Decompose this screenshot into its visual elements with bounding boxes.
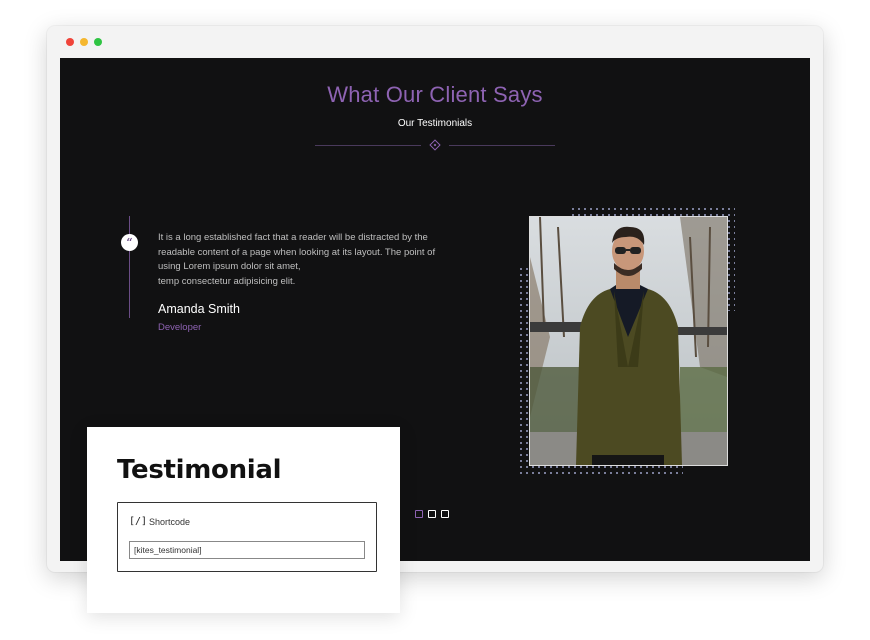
maximize-dot[interactable] — [94, 38, 102, 46]
shortcode-block: [/] Shortcode [kites_testimonial] — [117, 502, 377, 572]
quote-icon: “ — [121, 234, 138, 251]
shortcode-label: Shortcode — [149, 517, 191, 527]
section-subtitle: Our Testimonials — [397, 118, 473, 129]
minimize-dot[interactable] — [80, 38, 88, 46]
close-dot[interactable] — [66, 38, 74, 46]
carousel-dot-2[interactable] — [428, 510, 436, 518]
divider-ornament-icon — [429, 139, 441, 151]
testimonial-line: It is a long established fact that a rea… — [158, 232, 428, 243]
shortcode-input[interactable]: [kites_testimonial] — [129, 541, 365, 559]
shortcode-icon: [/] — [129, 516, 148, 527]
divider-left — [315, 145, 421, 146]
shortcode-card: Testimonial [/] Shortcode [kites_testimo… — [87, 427, 400, 613]
author-name: Amanda Smith — [158, 302, 240, 316]
testimonial-text: It is a long established fact that a rea… — [158, 231, 468, 289]
section-title: What Our Client Says — [327, 82, 543, 107]
testimonial-line: temp consectetur adipisicing elit. — [158, 275, 296, 287]
testimonial-photo — [529, 216, 728, 466]
card-title: Testimonial — [117, 455, 282, 485]
testimonial-line: using Lorem ipsum dolor sit amet, — [158, 261, 301, 272]
divider-right — [449, 145, 555, 146]
testimonial-line: readable content of a page when looking … — [158, 246, 436, 258]
man-in-blazer-image — [530, 217, 727, 465]
author-role: Developer — [158, 322, 202, 333]
carousel-dot-1[interactable] — [415, 510, 423, 518]
carousel-dot-3[interactable] — [441, 510, 449, 518]
testimonial-accent-line — [129, 216, 130, 318]
